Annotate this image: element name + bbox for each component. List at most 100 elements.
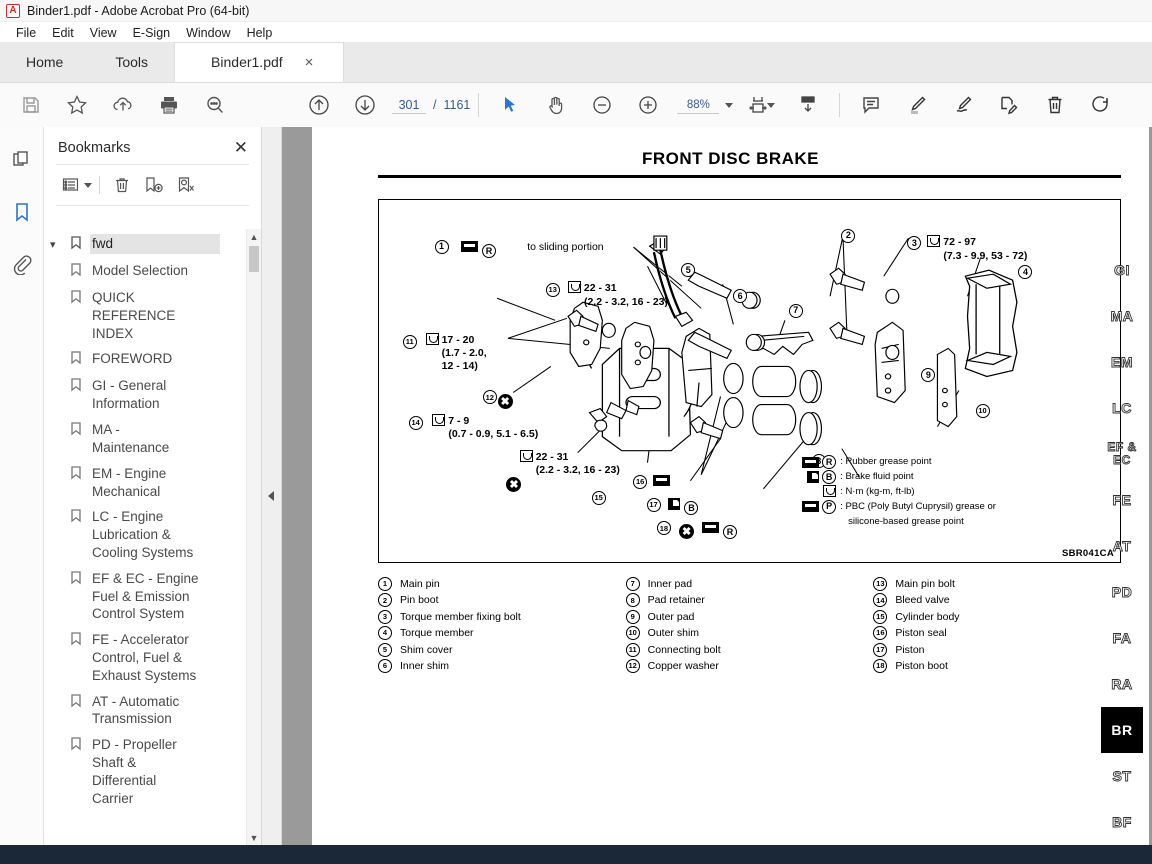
chevron-down-icon[interactable]: ▾ [50,234,64,251]
search-icon[interactable] [192,85,238,125]
torque-spec-mid: 22 - 31 (2.2 - 3.2, 16 - 23) [519,449,620,477]
torque-spec-3: 72 - 97 (7.3 - 9.9, 53 - 72) [927,235,1027,262]
previous-page-icon[interactable] [296,85,342,125]
menu-view[interactable]: View [82,25,125,41]
parts-legend: 1 Main pin 2 Pin boot 3 Torque member fixin… [378,577,1121,675]
bookmark-item-ef-ec[interactable]: EF & EC - Engine Fuel & Emission Control… [44,566,261,627]
menu-esign[interactable]: E-Sign [125,25,179,41]
zoom-in-icon[interactable] [625,85,671,125]
collapse-panel-icon[interactable] [268,491,274,501]
fill-and-sign-icon[interactable] [986,85,1032,125]
scroll-mode-icon[interactable] [785,85,831,125]
grease-bar-icon [802,501,820,513]
close-icon[interactable]: × [305,55,314,70]
close-icon[interactable]: ✕ [231,139,251,156]
menu-file[interactable]: File [8,25,44,41]
torque-14-line1: 7 - 9 [448,415,470,428]
bookmark-item-model-selection[interactable]: Model Selection [44,258,261,285]
bookmark-root-fwd[interactable]: ▾ fwd [44,231,261,258]
parts-row: 14 Bleed valve [873,593,1121,608]
bookmark-item-gi[interactable]: GI - General Information [44,373,261,417]
comment-icon[interactable] [848,85,894,125]
find-bookmark-icon[interactable] [171,172,201,198]
bookmark-item-quick-reference-index[interactable]: QUICK REFERENCE INDEX [44,285,261,346]
part-name: Cylinder body [895,610,960,623]
page-navigation: 301 / 1161 [392,97,470,114]
zoom-control[interactable]: 88% [677,97,734,114]
legend-row-rubber-grease: R : Rubber grease point [796,455,996,470]
bookmark-item-ma[interactable]: MA - Maintenance [44,417,261,461]
menu-window[interactable]: Window [178,25,238,41]
rotate-icon[interactable] [1078,85,1124,125]
part-number: 9 [625,609,640,624]
bookmark-icon [70,507,84,528]
tab-document[interactable]: Binder1.pdf × [174,42,345,82]
bookmark-item-lc[interactable]: LC - Engine Lubrication & Cooling System… [44,504,261,565]
cloud-upload-icon[interactable] [100,85,146,125]
bookmark-icon [70,569,84,590]
zoom-out-icon[interactable] [579,85,625,125]
rubber-grease-glyph-1: R [460,238,496,258]
page-number-input[interactable]: 301 [392,97,426,114]
part-name: Piston seal [895,627,947,640]
index-tab-fe: FE [1112,491,1132,508]
parts-row: 9 Outer pad [625,609,874,624]
page-thumbnails-icon[interactable] [7,145,37,175]
scroll-down-icon[interactable]: ▼ [247,830,261,845]
page-title: FRONT DISC BRAKE [641,149,820,168]
bookmark-item-fe[interactable]: FE - Accelerator Control, Fuel & Exhaust… [44,627,261,688]
parts-row: 18 Piston boot [873,658,1121,673]
parts-column-3: 13 Main pin bolt 14 Bleed valve 15 Cylinder… [873,577,1121,675]
trash-icon[interactable] [1032,85,1078,125]
menu-edit[interactable]: Edit [44,25,82,41]
new-bookmark-icon[interactable] [139,172,169,198]
bookmark-item-pd[interactable]: PD - Propeller Shaft & Differential Carr… [44,732,261,811]
next-page-icon[interactable] [342,85,388,125]
callout-17: 17 [646,497,661,512]
tab-home[interactable]: Home [0,42,90,82]
bookmark-label: fwd [90,234,220,254]
star-icon[interactable] [54,85,100,125]
delete-bookmark-icon[interactable] [107,172,137,198]
legend-row-pbc-grease: P : PBC (Poly Butyl Cuprysil) grease or [796,499,996,514]
part-name: Connecting bolt [647,643,721,656]
highlight-icon[interactable] [894,85,940,125]
scroll-up-icon[interactable]: ▲ [247,229,261,244]
panel-splitter[interactable] [262,127,282,845]
legend-glyph: P [796,499,837,514]
document-viewer[interactable]: FRONT DISC BRAKE 1 2 3 4 5 6 7 9 10 11 1… [282,127,1152,845]
print-icon[interactable] [146,85,192,125]
save-icon[interactable] [8,85,54,125]
scrollbar-thumb[interactable] [249,246,259,272]
options-list-icon[interactable] [56,172,86,198]
sign-icon[interactable] [940,85,986,125]
parts-column-1: 1 Main pin 2 Pin boot 3 Torque member fixin… [378,577,626,675]
fit-page-chevron-icon[interactable] [767,102,776,108]
bookmarks-scrollbar[interactable]: ▲ ▼ [246,229,261,845]
rubber-grease-glyph-2 [653,472,671,490]
title-rule [378,175,1121,178]
part-number: 15 [873,609,888,624]
page-content: FRONT DISC BRAKE 1 2 3 4 5 6 7 9 10 11 1… [312,127,1149,845]
bookmark-item-foreword[interactable]: FOREWORD [44,346,261,373]
figure-legend: R : Rubber grease point B : Brake fluid … [796,455,996,530]
legend-text: : PBC (Poly Butyl Cuprysil) grease or [840,500,996,512]
chevron-down-icon[interactable] [725,102,734,108]
hand-icon[interactable] [533,85,579,125]
bookmark-label: PD - Propeller Shaft & Differential Carr… [92,737,177,806]
bookmark-item-em[interactable]: EM - Engine Mechanical [44,461,261,505]
chevron-down-icon[interactable] [84,182,92,188]
bookmarks-icon[interactable] [7,197,37,227]
bookmark-list[interactable]: ▾ fwd Model Selection QUICK REFERENCE IN… [44,229,261,845]
app-body: Bookmarks ✕ ▾ fwd Model Selection QUICK … [0,127,1152,845]
menu-help[interactable]: Help [239,25,281,41]
bookmark-item-at[interactable]: AT - Automatic Transmission [44,689,261,733]
bookmark-icon [70,420,84,441]
select-cursor-icon[interactable] [487,85,533,125]
bookmark-icon [70,464,84,485]
bookmark-label: FOREWORD [92,351,173,367]
zoom-level-value[interactable]: 88% [677,97,720,114]
tab-tools[interactable]: Tools [89,42,175,82]
parts-row: 2 Pin boot [378,593,626,608]
attachments-icon[interactable] [7,249,37,279]
